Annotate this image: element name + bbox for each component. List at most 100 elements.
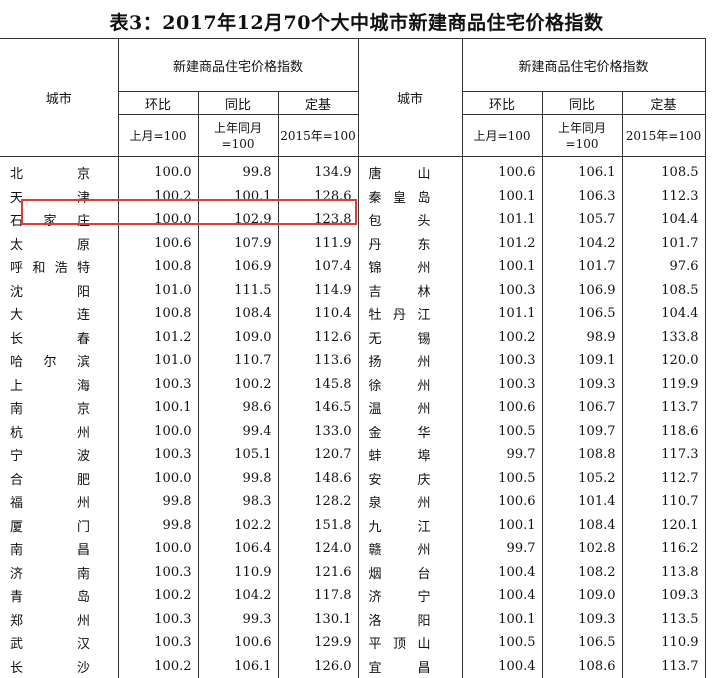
- table-body: 北京100.099.8134.9唐山100.6106.1108.5天津100.2…: [0, 157, 705, 678]
- mom-right-cell: 99.7: [462, 537, 542, 561]
- table-row: 南京100.198.6146.5温州100.6106.7113.7: [0, 396, 705, 420]
- yoy-left-text: 99.8: [243, 471, 272, 486]
- yoy-right-cell: 98.9: [542, 326, 622, 350]
- mom-right-text: 101.1: [498, 212, 535, 227]
- yoy-left-cell: 100.6: [198, 631, 278, 655]
- city-left-cell: 呼和浩特: [0, 255, 118, 279]
- city-right-cell: 锦州: [358, 255, 462, 279]
- fixed-right-text: 110.9: [661, 635, 698, 650]
- yoy-right-text: 108.4: [578, 518, 615, 533]
- yoy-right-cell: 108.6: [542, 655, 622, 678]
- city-left-cell: 武汉: [0, 631, 118, 655]
- fixed-right-text: 109.3: [661, 588, 698, 603]
- yoy-left-text: 104.2: [234, 588, 271, 603]
- mom-right-text: 99.7: [507, 447, 536, 462]
- yoy-left-text: 110.9: [234, 565, 271, 580]
- mom-right-text: 100.4: [498, 588, 535, 603]
- yoy-left-text: 107.9: [234, 236, 271, 251]
- mom-left-cell: 100.0: [118, 537, 198, 561]
- yoy-left-cell: 104.2: [198, 584, 278, 608]
- fixed-right-text: 104.4: [661, 212, 698, 227]
- mom-left-text: 100.6: [154, 236, 191, 251]
- city-header-left: 城市: [0, 39, 118, 157]
- fixed-right-text: 108.5: [661, 283, 698, 298]
- yoy-left-text: 105.1: [234, 447, 271, 462]
- yoy-right-cell: 104.2: [542, 232, 622, 256]
- yoy-left-cell: 99.8: [198, 157, 278, 185]
- mom-left-text: 100.8: [154, 259, 191, 274]
- table-row: 大连100.8108.4110.4牡丹江101.1106.5104.4: [0, 302, 705, 326]
- fixed-right-cell: 120.0: [622, 349, 705, 373]
- mom-left-text: 100.0: [154, 424, 191, 439]
- city-right-text: 丹东: [369, 234, 431, 253]
- city-right-cell: 温州: [358, 396, 462, 420]
- group-header-left: 新建商品住宅价格指数: [118, 39, 358, 92]
- mom-right-cell: 100.1: [462, 608, 542, 632]
- fixed-left-cell: 129.9: [278, 631, 358, 655]
- city-left-text: 长沙: [10, 657, 90, 676]
- city-left-text: 济南: [10, 563, 90, 582]
- yoy-left-cell: 99.3: [198, 608, 278, 632]
- fixed-right-text: 104.4: [661, 306, 698, 321]
- table-row: 青岛100.2104.2117.8济宁100.4109.0109.3: [0, 584, 705, 608]
- city-right-cell: 吉林: [358, 279, 462, 303]
- mom-left-cell: 100.6: [118, 232, 198, 256]
- yoy-right-text: 101.4: [578, 494, 615, 509]
- mom-left-text: 100.3: [154, 377, 191, 392]
- mom-left-text: 100.0: [154, 165, 191, 180]
- city-left-cell: 太原: [0, 232, 118, 256]
- fixed-left-cell: 130.1: [278, 608, 358, 632]
- yoy-right-text: 104.2: [578, 236, 615, 251]
- city-right-cell: 丹东: [358, 232, 462, 256]
- fixed-right-cell: 104.4: [622, 208, 705, 232]
- mom-left-cell: 100.3: [118, 561, 198, 585]
- yoy-right-text: 106.1: [578, 165, 615, 180]
- yoy-left-cell: 100.2: [198, 373, 278, 397]
- fixed-right-text: 112.3: [661, 189, 698, 204]
- mom-left-cell: 100.3: [118, 608, 198, 632]
- yoy-right-cell: 102.8: [542, 537, 622, 561]
- city-right-cell: 安庆: [358, 467, 462, 491]
- mom-left-cell: 100.2: [118, 655, 198, 678]
- fixed-right-cell: 118.6: [622, 420, 705, 444]
- city-right-cell: 赣州: [358, 537, 462, 561]
- base-yoy-right: 上年同月=100: [542, 115, 622, 157]
- mom-left-text: 100.2: [154, 189, 191, 204]
- fixed-left-text: 123.8: [314, 212, 351, 227]
- table-row: 宁波100.3105.1120.7蚌埠99.7108.8117.3: [0, 443, 705, 467]
- city-left-cell: 宁波: [0, 443, 118, 467]
- city-left-text: 南昌: [10, 539, 90, 558]
- yoy-left-cell: 109.0: [198, 326, 278, 350]
- mom-left-cell: 99.8: [118, 490, 198, 514]
- yoy-right-cell: 101.4: [542, 490, 622, 514]
- city-right-cell: 包头: [358, 208, 462, 232]
- fixed-right-text: 113.8: [661, 565, 698, 580]
- fixed-right-cell: 113.8: [622, 561, 705, 585]
- fixed-left-cell: 134.9: [278, 157, 358, 185]
- fixed-left-text: 110.4: [314, 306, 351, 321]
- city-right-cell: 济宁: [358, 584, 462, 608]
- city-right-cell: 秦皇岛: [358, 185, 462, 209]
- mom-right-cell: 100.4: [462, 655, 542, 678]
- yoy-right-text: 106.5: [578, 635, 615, 650]
- table-row: 厦门99.8102.2151.8九江100.1108.4120.1: [0, 514, 705, 538]
- mom-right-text: 99.7: [507, 541, 536, 556]
- fixed-right-cell: 113.7: [622, 655, 705, 678]
- mom-left-text: 100.0: [154, 212, 191, 227]
- fixed-left-cell: 112.6: [278, 326, 358, 350]
- table-row: 沈阳101.0111.5114.9吉林100.3106.9108.5: [0, 279, 705, 303]
- city-right-cell: 徐州: [358, 373, 462, 397]
- table-row: 济南100.3110.9121.6烟台100.4108.2113.8: [0, 561, 705, 585]
- city-right-text: 平顶山: [369, 633, 431, 652]
- yoy-right-cell: 106.1: [542, 157, 622, 185]
- group-header-right: 新建商品住宅价格指数: [462, 39, 705, 92]
- yoy-right-text: 106.9: [578, 283, 615, 298]
- fixed-left-text: 113.6: [314, 353, 351, 368]
- city-left-text: 武汉: [10, 633, 90, 652]
- mom-right-cell: 100.3: [462, 373, 542, 397]
- fixed-left-cell: 133.0: [278, 420, 358, 444]
- fixed-left-cell: 110.4: [278, 302, 358, 326]
- yoy-left-text: 106.4: [234, 541, 271, 556]
- yoy-left-text: 100.2: [234, 377, 271, 392]
- mom-left-cell: 100.3: [118, 373, 198, 397]
